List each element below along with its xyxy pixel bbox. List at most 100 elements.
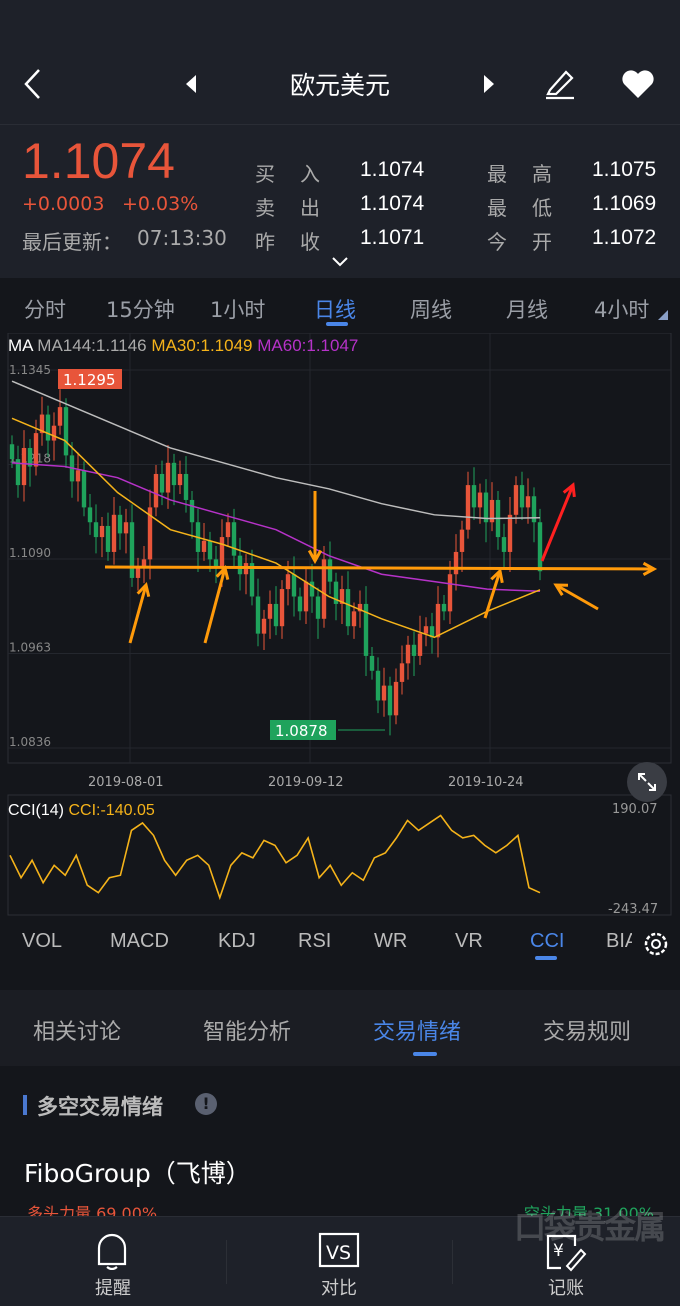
candle-body (417, 633, 423, 656)
indicator-tab[interactable]: BIAS (606, 930, 632, 953)
candle-body (177, 473, 183, 486)
tab-period[interactable]: 1小时 (210, 294, 265, 324)
candle-body (99, 525, 105, 538)
quote-r2: 低 (532, 196, 552, 220)
section-tab[interactable]: 智能分析 (203, 1014, 291, 1046)
candle-body (279, 589, 285, 627)
candle-body (285, 574, 291, 590)
candle-body (507, 514, 513, 552)
candle-body (387, 685, 393, 716)
candle-body (309, 581, 315, 597)
quote-l2: 出 (300, 196, 320, 220)
candle-body (123, 522, 129, 534)
candle-body (327, 559, 333, 582)
quote-l1: 卖 (255, 196, 275, 220)
tab-period[interactable]: 月线 (506, 294, 548, 324)
x-tick-label: 2019-09-12 (268, 775, 344, 790)
bell-icon[interactable] (94, 1230, 134, 1270)
quote-rv: 1.1069 (592, 192, 657, 215)
quote-r2: 开 (532, 230, 552, 254)
candle-body (75, 470, 81, 482)
candle-body (459, 529, 465, 552)
y-tick-label: 1.1090 (9, 546, 51, 560)
candle-body (393, 681, 399, 716)
indicator-tab[interactable]: KDJ (218, 930, 256, 953)
x-tick-label: 2019-10-24 (448, 775, 524, 790)
info-icon[interactable]: ! (195, 1093, 217, 1115)
candle-body (57, 407, 63, 426)
tab-period[interactable]: 周线 (410, 294, 452, 324)
ma144-line (11, 380, 541, 520)
toolbar-label[interactable]: 记账 (516, 1274, 616, 1300)
indicator-tab[interactable]: WR (374, 930, 407, 953)
indicator-tab[interactable]: CCI (530, 930, 564, 953)
y-tick-label: 1.0836 (9, 735, 51, 749)
candle-body (33, 433, 39, 467)
candle-body (501, 537, 507, 552)
tab-period[interactable]: 15分钟 (106, 294, 175, 324)
quote-rv: 1.1075 (592, 158, 657, 181)
support-line-arrow (104, 565, 655, 571)
toolbar-label[interactable]: 对比 (289, 1274, 389, 1300)
y-tick-label: 1.0963 (9, 641, 51, 655)
ma-label: MA (8, 336, 33, 355)
cci-legend: CCI(14) CCI:-140.05 (8, 802, 155, 820)
favorite-heart-icon[interactable] (620, 68, 656, 100)
ma60-label: MA60:1.1047 (257, 336, 359, 355)
quote-v: 1.1071 (360, 226, 425, 249)
edit-icon[interactable] (542, 66, 576, 100)
next-icon[interactable] (482, 74, 496, 94)
candle-body (225, 522, 231, 538)
indicator-tab[interactable]: MACD (110, 930, 169, 953)
candle-body (411, 644, 417, 656)
candle-body (81, 470, 87, 508)
candle-body (171, 462, 177, 486)
y-tick-label: 1.1345 (9, 363, 51, 377)
candle-body (405, 644, 411, 664)
compare-vs-icon[interactable]: VS (318, 1232, 362, 1268)
candle-body (513, 485, 519, 515)
active-indicator-bar (535, 956, 557, 960)
section-tab[interactable]: 相关讨论 (33, 1014, 121, 1046)
candle-body (477, 492, 483, 508)
price-change: +0.0003 (22, 193, 105, 215)
tab-period[interactable]: 分时 (24, 294, 66, 324)
candle-body (267, 603, 273, 619)
quote-l2: 入 (300, 162, 320, 186)
section-tab[interactable]: 交易规则 (543, 1014, 631, 1046)
candle-body (105, 525, 111, 552)
max-label: 1.1295 (63, 371, 116, 389)
candle-body (63, 407, 69, 456)
candle-body (345, 589, 351, 627)
candle-body (129, 522, 135, 578)
settings-gear-icon[interactable] (641, 929, 671, 959)
section-tab[interactable]: 交易情绪 (373, 1014, 461, 1046)
candle-body (117, 514, 123, 534)
tab-period[interactable]: 日线 (314, 294, 356, 324)
kline-chart[interactable]: 1.13451.12181.10901.09631.08362019-08-01… (0, 333, 680, 968)
current-price: 1.1074 (22, 133, 175, 189)
min-label: 1.0878 (275, 722, 328, 740)
expand-chevron-icon[interactable] (331, 256, 349, 268)
candle-body (207, 540, 213, 560)
active-tab-indicator (326, 322, 348, 326)
fullscreen-button[interactable] (627, 762, 667, 802)
divider (452, 1240, 453, 1284)
indicator-tab[interactable]: RSI (298, 930, 331, 953)
candle-body (165, 462, 171, 493)
indicator-tab[interactable]: VR (455, 930, 483, 953)
candle-body (201, 540, 207, 552)
more-triangle-icon[interactable] (658, 310, 668, 320)
indicator-tab[interactable]: VOL (22, 930, 62, 953)
update-time: 07:13:30 (137, 226, 227, 250)
annotation-arrow (555, 583, 599, 611)
candle-body (219, 537, 225, 567)
toolbar-label[interactable]: 提醒 (63, 1274, 163, 1300)
candle-body (45, 414, 51, 441)
candle-body (525, 496, 531, 508)
tab-period[interactable]: 4小时 (594, 294, 649, 324)
cci-line (9, 814, 541, 901)
candle-body (87, 507, 93, 523)
candle-body (255, 596, 261, 634)
update-label: 最后更新： (22, 230, 122, 254)
